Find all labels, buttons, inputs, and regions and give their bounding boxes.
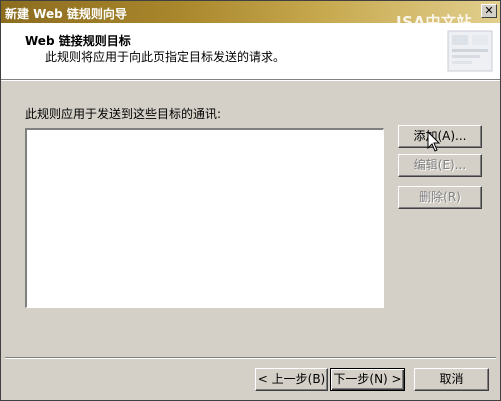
mouse-cursor-icon — [427, 131, 441, 152]
destinations-listbox[interactable] — [25, 128, 384, 308]
wizard-graphic-icon — [447, 30, 493, 72]
delete-button[interactable]: 删除(R) — [398, 186, 482, 209]
cancel-button[interactable]: 取消 — [414, 368, 489, 391]
window-title: 新建 Web 链规则向导 — [5, 7, 127, 21]
back-button[interactable]: < 上一步(B) — [255, 368, 328, 391]
header-separator — [1, 80, 500, 81]
page-title: Web 链接规则目标 — [25, 34, 131, 48]
close-icon: ✕ — [484, 4, 494, 17]
next-button[interactable]: 下一步(N) > — [330, 368, 405, 391]
title-bar[interactable]: 新建 Web 链规则向导 ✕ — [1, 1, 500, 23]
wizard-header: Web 链接规则目标 此规则将应用于向此页指定目标发送的请求。 — [1, 23, 500, 80]
destinations-label: 此规则应用于发送到这些目标的通讯: — [25, 107, 222, 121]
page-subtitle: 此规则将应用于向此页指定目标发送的请求。 — [45, 50, 286, 64]
close-button[interactable]: ✕ — [481, 4, 497, 18]
footer-separator-highlight — [5, 358, 496, 359]
edit-button[interactable]: 编辑(E)... — [398, 154, 482, 177]
wizard-window: 新建 Web 链规则向导 ✕ ISA中文站 http://www.isacn.o… — [0, 0, 501, 401]
